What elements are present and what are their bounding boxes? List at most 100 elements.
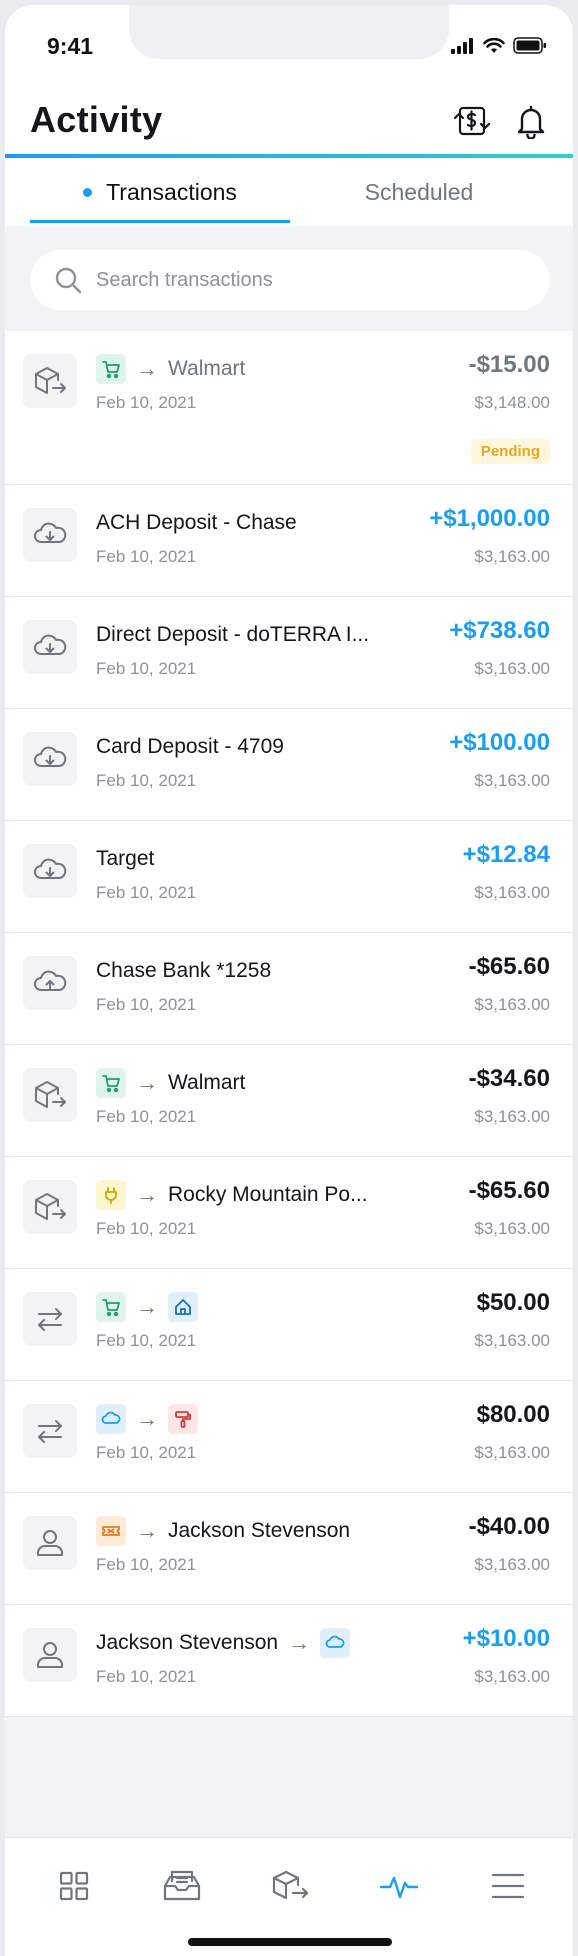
tab-scheduled[interactable]: Scheduled [290,158,548,226]
cloud-upload-icon [23,956,77,1010]
home-indicator [188,1938,392,1946]
notifications-button[interactable] [509,99,553,143]
currency-exchange-button[interactable] [450,99,494,143]
tab-inbox[interactable] [160,1864,204,1908]
page-title: Activity [30,99,163,140]
transaction-amount: -$65.60 [468,1177,550,1204]
dashboard-icon [59,1871,89,1901]
signal-icon [451,37,473,54]
transaction-date: Feb 10, 2021 [96,1219,197,1238]
status-badge: Pending [470,439,550,464]
transaction-amount: $80.00 [476,1401,550,1428]
transaction-amount: +$738.60 [449,617,550,644]
status-time: 9:41 [47,33,94,59]
transaction-row[interactable]: → Jackson Stevenson Feb 10, 2021 -$40.00… [5,1493,573,1605]
transaction-row[interactable]: Target Feb 10, 2021 +$12.84 $3,163.00 [5,821,573,933]
transaction-date: Feb 10, 2021 [96,883,197,902]
transaction-row[interactable]: → Walmart Feb 10, 2021 -$15.00 $3,148.00… [5,331,573,485]
transaction-name: Walmart [168,1071,246,1094]
transaction-title: → Jackson Stevenson [96,1515,350,1547]
tab-menu[interactable] [486,1864,530,1908]
transaction-amount: +$1,000.00 [429,505,550,532]
transaction-row[interactable]: → Feb 10, 2021 $50.00 $3,163.00 [5,1269,573,1381]
bottom-tab-bar [5,1837,573,1956]
transaction-title: → Rocky Mountain Po... [96,1179,368,1211]
transaction-balance: $3,163.00 [474,995,550,1014]
ticket-icon [96,1516,126,1546]
transaction-balance: $3,148.00 [474,393,550,412]
transaction-title: Target [96,843,154,875]
transaction-name: Walmart [168,357,246,380]
transaction-name: Card Deposit - 4709 [96,735,284,758]
paint-roller-icon [168,1404,198,1434]
transaction-title: Direct Deposit - doTERRA I... [96,619,369,651]
arrow-right-icon: → [136,1406,158,1431]
transaction-row[interactable]: Jackson Stevenson → Feb 10, 2021 +$10.00… [5,1605,573,1717]
transaction-amount: -$34.60 [468,1065,550,1092]
tab-scheduled-label: Scheduled [364,178,474,205]
arrow-right-icon: → [136,1182,158,1207]
transaction-title: → [96,1403,198,1435]
arrow-right-icon: → [136,1518,158,1543]
transaction-name: Rocky Mountain Po... [168,1183,368,1206]
currency-exchange-icon [453,106,491,136]
transaction-balance: $3,163.00 [474,883,550,902]
person-icon [23,1628,77,1682]
cart-icon [96,1292,126,1322]
home-icon [168,1292,198,1322]
cloud-download-icon [23,508,77,562]
transaction-name: Target [96,847,155,870]
wifi-icon [483,37,505,53]
arrow-right-icon: → [136,356,158,381]
transaction-list: → Walmart Feb 10, 2021 -$15.00 $3,148.00… [5,331,573,1717]
transaction-name: Jackson Stevenson [168,1519,351,1542]
plug-icon [96,1180,126,1210]
transaction-title: → Walmart [96,1067,245,1099]
transaction-balance: $3,163.00 [474,547,550,566]
arrow-right-icon: → [136,1070,158,1095]
transaction-balance: $3,163.00 [474,1667,550,1686]
arrow-right-icon: → [288,1630,311,1655]
transaction-title: → [96,1291,198,1323]
transaction-amount: +$10.00 [462,1625,550,1652]
tab-activity[interactable] [377,1864,421,1908]
transaction-title: → Walmart [96,353,245,385]
status-icons [451,37,547,54]
transaction-date: Feb 10, 2021 [96,1331,197,1350]
notch [129,5,449,59]
transaction-date: Feb 10, 2021 [96,1667,197,1686]
transaction-balance: $3,163.00 [474,1443,550,1462]
transfer-icon [23,1292,77,1346]
transaction-title: Chase Bank *1258 [96,955,271,987]
transaction-row[interactable]: → Walmart Feb 10, 2021 -$34.60 $3,163.00 [5,1045,573,1157]
cloud-download-icon [23,732,77,786]
transaction-row[interactable]: Card Deposit - 4709 Feb 10, 2021 +$100.0… [5,709,573,821]
search-section: Search transactions [5,226,573,331]
transaction-row[interactable]: Direct Deposit - doTERRA I... Feb 10, 20… [5,597,573,709]
search-input[interactable]: Search transactions [30,250,550,310]
bell-icon [517,105,545,139]
transaction-balance: $3,163.00 [474,771,550,790]
transaction-amount: +$12.84 [462,841,550,868]
phone-screen: 9:41 Activity Transactions Scheduled Sea… [5,5,573,1956]
transaction-amount: -$40.00 [468,1513,550,1540]
box-out-icon [23,1180,77,1234]
transaction-amount: -$65.60 [468,953,550,980]
transaction-row[interactable]: ACH Deposit - Chase Feb 10, 2021 +$1,000… [5,485,573,597]
cloud-icon [96,1404,126,1434]
cart-icon [96,1068,126,1098]
tab-transactions[interactable]: Transactions [30,158,290,226]
transaction-balance: $3,163.00 [474,659,550,678]
cloud-icon [320,1628,351,1658]
tab-dashboard[interactable] [52,1864,96,1908]
transaction-row[interactable]: → Feb 10, 2021 $80.00 $3,163.00 [5,1381,573,1493]
transaction-balance: $3,163.00 [474,1331,550,1350]
transaction-amount: +$100.00 [449,729,550,756]
tab-send[interactable] [268,1864,312,1908]
transaction-date: Feb 10, 2021 [96,1443,197,1462]
transaction-date: Feb 10, 2021 [96,1555,197,1574]
transaction-row[interactable]: → Rocky Mountain Po... Feb 10, 2021 -$65… [5,1157,573,1269]
transaction-date: Feb 10, 2021 [96,659,197,678]
transaction-date: Feb 10, 2021 [96,1107,197,1126]
transaction-row[interactable]: Chase Bank *1258 Feb 10, 2021 -$65.60 $3… [5,933,573,1045]
